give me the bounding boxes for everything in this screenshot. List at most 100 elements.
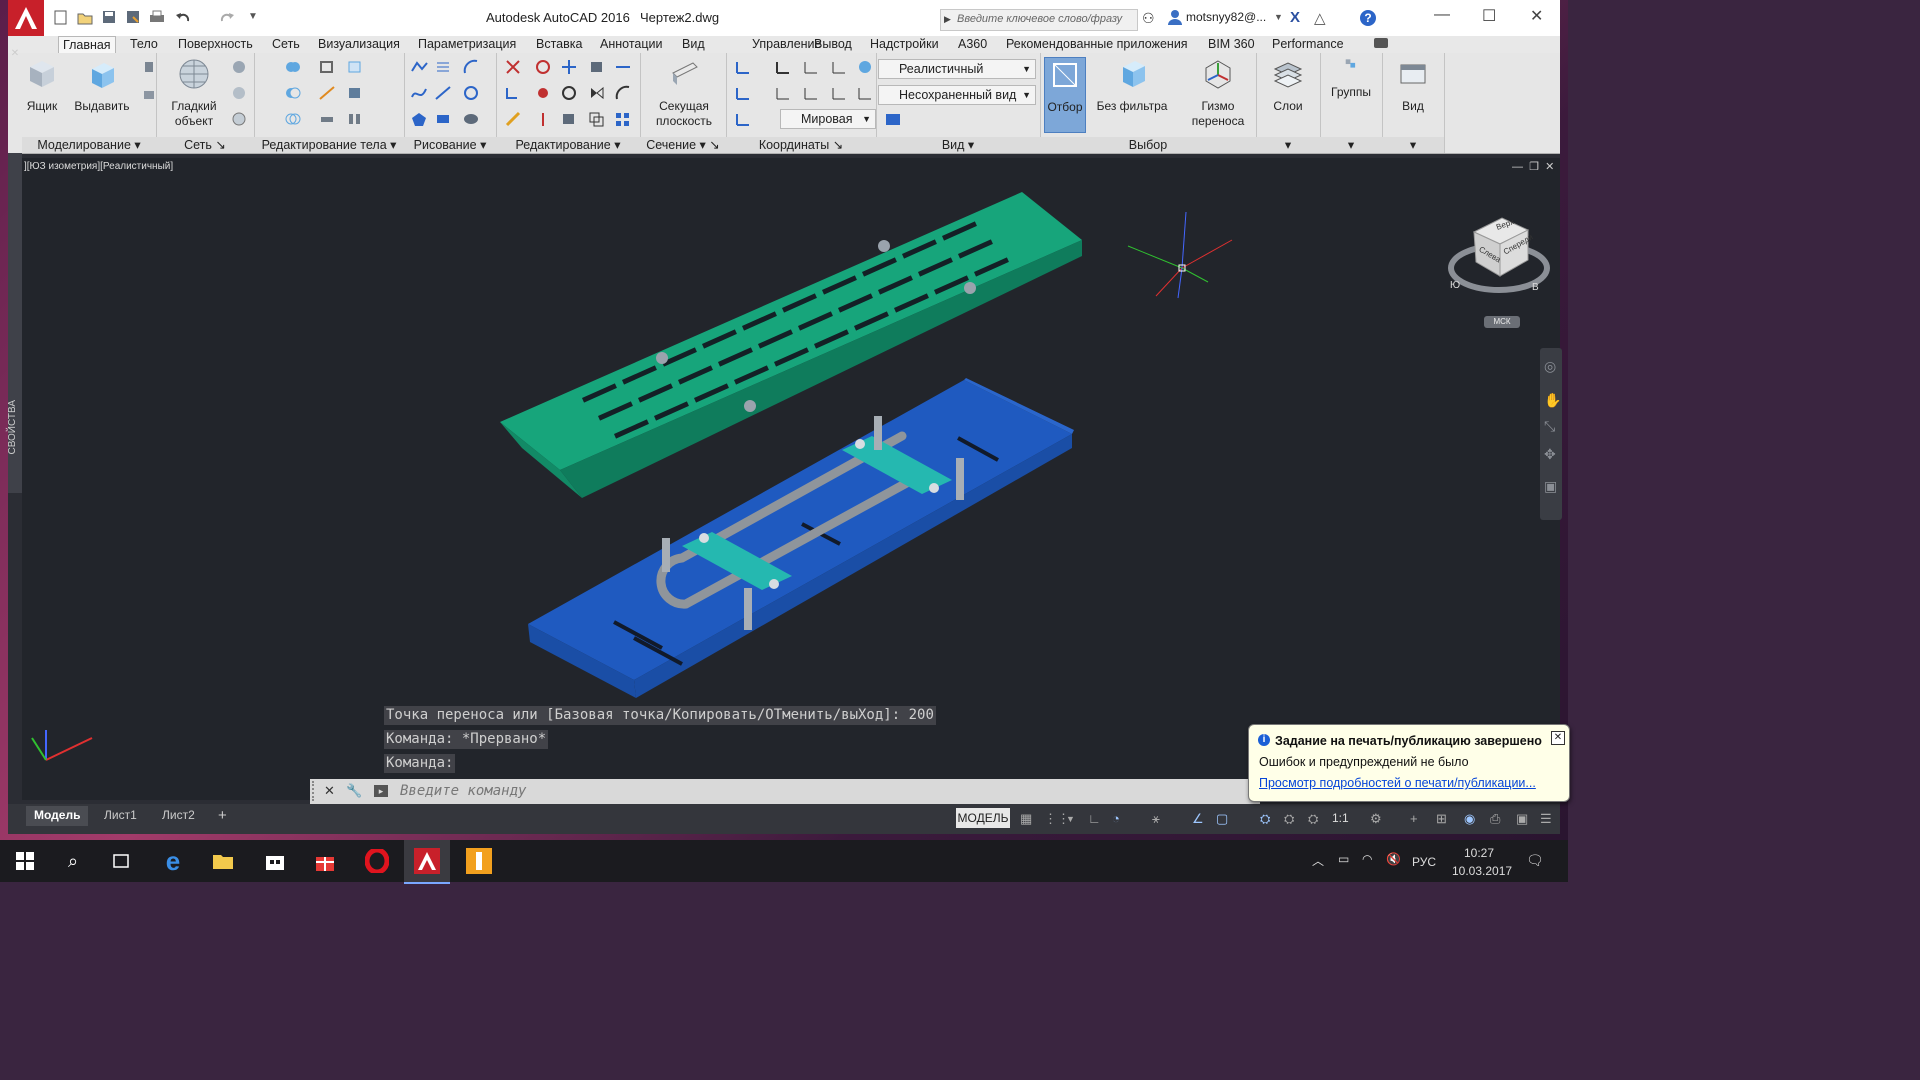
ucs-object-icon[interactable] — [830, 59, 848, 75]
layout-tab-sheet1[interactable]: Лист1 — [96, 806, 145, 826]
offset-icon[interactable] — [614, 85, 632, 101]
tab-annotate[interactable]: Аннотации — [596, 36, 666, 53]
extrude-button[interactable]: Выдавить — [72, 57, 132, 114]
ucs-x-icon[interactable] — [774, 85, 792, 101]
tab-solid[interactable]: Тело — [126, 36, 162, 53]
3d-align-icon[interactable] — [534, 85, 552, 101]
palette-close-icon[interactable]: ✕ — [8, 48, 22, 59]
gizmo-button[interactable]: Гизмо переноса — [1184, 57, 1252, 129]
extract-edges-icon[interactable] — [318, 59, 336, 75]
slice-icon[interactable] — [318, 85, 336, 101]
ucs-dropdown[interactable]: Мировая ▼ — [780, 109, 876, 129]
groups-expand-icon[interactable]: ▾ — [1320, 137, 1382, 153]
wifi-icon[interactable]: ◠ — [1362, 852, 1372, 866]
circle-icon[interactable] — [462, 85, 480, 101]
recent-commands-icon[interactable]: ▸ — [374, 785, 388, 797]
grid-icon[interactable]: ▦ — [1020, 812, 1034, 826]
panel-label-coordinates[interactable]: Координаты ↘ — [726, 137, 876, 153]
mesh-smooth-more-icon[interactable] — [230, 59, 248, 75]
customization-menu-icon[interactable]: ☰ — [1540, 812, 1554, 826]
ucs-z-icon[interactable] — [830, 85, 848, 101]
tab-home[interactable]: Главная — [58, 36, 116, 54]
ucs-y-icon[interactable] — [802, 85, 820, 101]
panel-label-modify[interactable]: Редактирование ▾ — [496, 137, 640, 153]
viewcube[interactable]: Верх Слева Спереди Ю В — [1446, 210, 1552, 300]
tab-parametric[interactable]: Параметризация — [414, 36, 520, 53]
union-icon[interactable] — [284, 59, 302, 75]
clean-screen-icon[interactable]: ▣ — [1516, 812, 1530, 826]
save-as-icon[interactable] — [124, 9, 142, 25]
panel-label-draw[interactable]: Рисование ▾ — [404, 137, 496, 153]
tab-insert[interactable]: Вставка — [532, 36, 586, 53]
tab-addins[interactable]: Надстройки — [866, 36, 943, 53]
pan-icon[interactable]: ✋ — [1544, 392, 1561, 409]
plot-status-icon[interactable]: ⎙ — [1490, 812, 1504, 826]
command-line[interactable]: ✕ 🔧 ▸ Введите команду ▲ — [310, 779, 1260, 804]
model-space-button[interactable]: МОДЕЛЬ — [956, 808, 1010, 828]
user-dropdown-icon[interactable]: ▼ — [1274, 12, 1283, 22]
view-button[interactable]: Вид — [1386, 57, 1440, 114]
save-icon[interactable] — [100, 9, 118, 25]
tab-bim360[interactable]: BIM 360 — [1204, 36, 1259, 53]
ucs-icon[interactable] — [734, 59, 752, 75]
tab-featured-apps[interactable]: Рекомендованные приложения — [1002, 36, 1192, 53]
customize-qat-icon[interactable]: ▼ — [248, 11, 258, 22]
layout-tab-sheet2[interactable]: Лист2 — [154, 806, 203, 826]
annotation-monitor-icon[interactable]: + — [1410, 812, 1424, 826]
polyline-icon[interactable] — [410, 59, 428, 75]
helix-icon[interactable] — [434, 59, 452, 75]
annotation-scale-icon[interactable]: ⛭ — [1308, 812, 1322, 826]
opera-browser-icon[interactable] — [354, 840, 400, 882]
redo-icon[interactable] — [218, 9, 236, 25]
erase-icon[interactable] — [504, 111, 522, 127]
panel-label-solid-editing[interactable]: Редактирование тела ▾ — [254, 137, 404, 153]
new-file-icon[interactable] — [52, 9, 70, 25]
tab-a360[interactable]: A360 — [954, 36, 991, 53]
fillet-edge-icon[interactable] — [614, 59, 632, 75]
separate-icon[interactable] — [346, 85, 364, 101]
intersect-icon[interactable] — [284, 111, 302, 127]
view-expand-icon[interactable]: ▾ — [1382, 137, 1444, 153]
panel-label-mesh[interactable]: Сеть ↘ — [156, 137, 254, 153]
properties-palette-label[interactable]: СВОЙСТВА — [7, 400, 21, 455]
line-icon[interactable] — [434, 85, 452, 101]
drawing-viewport[interactable]: Верх Слева Спереди Ю В МСК ◎ ✋ ⤡ ✥ ▣ Точ… — [22, 158, 1562, 800]
snap-dropdown-icon[interactable]: ▼ — [1066, 812, 1080, 826]
notification-close-button[interactable]: ✕ — [1551, 731, 1565, 745]
isodraft-icon[interactable]: ⚹ — [1152, 812, 1166, 826]
panel-label-section[interactable]: Сечение ▾ ↘ — [640, 137, 726, 153]
subtract-icon[interactable] — [284, 85, 302, 101]
clock-date[interactable]: 10.03.2017 — [1452, 864, 1512, 878]
a360-icon[interactable]: △ — [1314, 9, 1326, 27]
tab-view[interactable]: Вид — [678, 36, 709, 53]
gift-app-icon[interactable] — [302, 840, 348, 882]
box-button[interactable]: Ящик — [24, 57, 60, 114]
panel-label-selection[interactable]: Выбор — [1040, 137, 1256, 153]
workspace-gear-icon[interactable]: ⚙ — [1370, 812, 1384, 826]
search-taskbar-icon[interactable]: ⌕ — [50, 840, 96, 882]
binoculars-icon[interactable]: ⚇ — [1142, 10, 1155, 27]
thicken-icon[interactable] — [318, 111, 336, 127]
mesh-smooth-less-icon[interactable] — [230, 85, 248, 101]
viewports-icon[interactable] — [884, 111, 902, 127]
clock-time[interactable]: 10:27 — [1464, 846, 1494, 860]
wcs-menu-button[interactable]: МСК — [1484, 316, 1520, 328]
viewcube-east-label[interactable]: В — [1532, 282, 1539, 293]
extend-icon[interactable] — [504, 85, 522, 101]
rotate-icon[interactable] — [560, 85, 578, 101]
named-view-dropdown[interactable]: Несохраненный вид ▼ — [878, 85, 1036, 105]
exchange-apps-icon[interactable]: X — [1290, 9, 1300, 26]
object-snap-tracking-icon[interactable]: ∠ — [1192, 812, 1206, 826]
task-view-icon[interactable] — [98, 840, 144, 882]
ucs-face-icon[interactable] — [856, 85, 874, 101]
layers-button[interactable]: Слои — [1260, 57, 1316, 114]
ortho-icon[interactable]: ∟ — [1088, 812, 1102, 826]
annotation-visibility-icon[interactable]: ⛭ — [1260, 812, 1274, 826]
trim-icon[interactable] — [504, 59, 522, 75]
steering-wheel-icon[interactable]: ◎ — [1544, 358, 1556, 375]
autocad-taskbar-icon[interactable] — [404, 840, 450, 884]
command-close-icon[interactable]: ✕ — [324, 783, 335, 799]
ucs-named-icon[interactable] — [734, 111, 752, 127]
zoom-extents-icon[interactable]: ⤡ — [1544, 418, 1555, 435]
snap-icon[interactable]: ⋮⋮ — [1044, 812, 1070, 826]
